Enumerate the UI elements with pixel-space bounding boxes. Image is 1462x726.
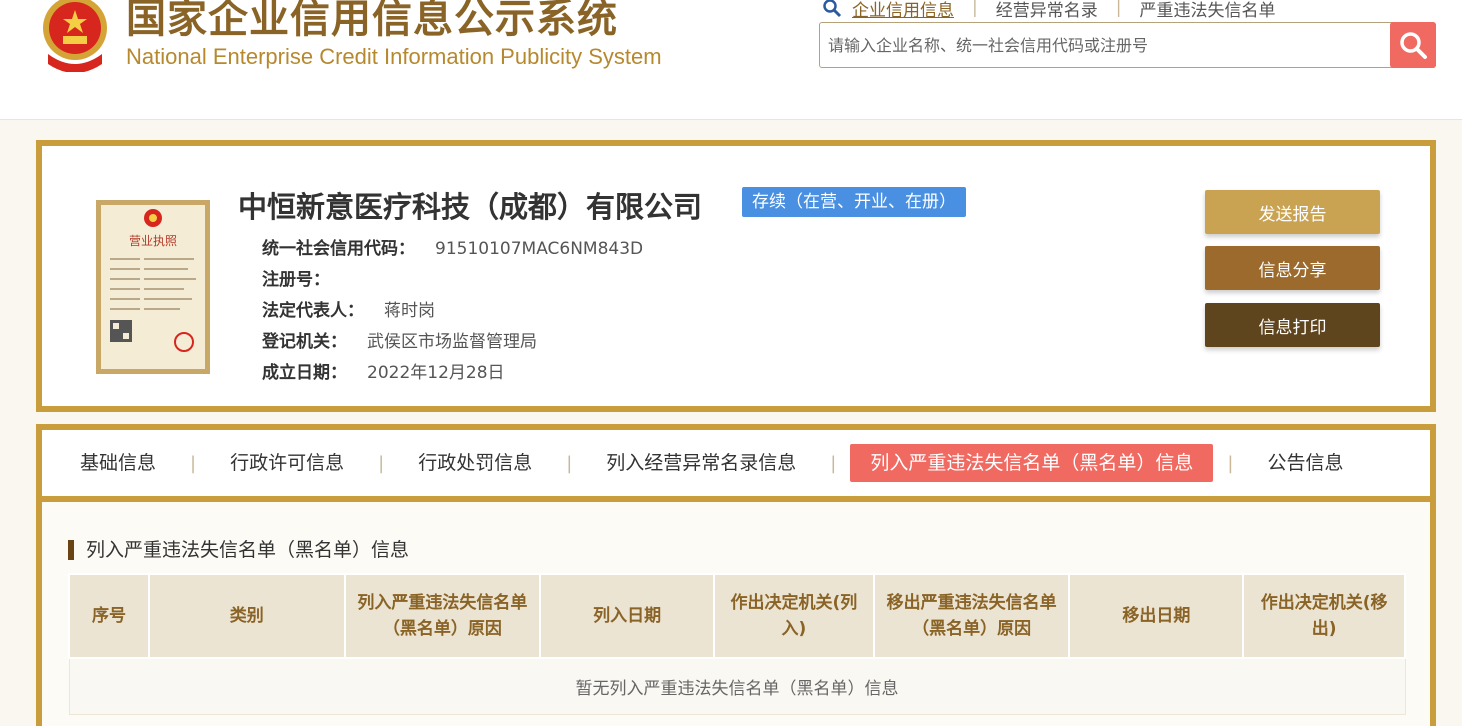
column-header: 移出严重违法失信名单（黑名单）原因 xyxy=(872,573,1071,659)
section-title: 列入严重违法失信名单（黑名单）信息 xyxy=(68,540,409,560)
send-report-button[interactable]: 发送报告 xyxy=(1205,190,1380,234)
search-button[interactable] xyxy=(1390,22,1436,68)
nav-link-credit-info[interactable]: 企业信用信息 xyxy=(852,0,954,21)
business-license-image: 营业执照 xyxy=(96,200,210,374)
column-header: 类别 xyxy=(147,573,346,659)
column-header: 移出日期 xyxy=(1068,573,1245,659)
info-row-registration-authority: 登记机关： 武侯区市场监督管理局 xyxy=(262,327,537,352)
info-value: 91510107MAC6NM843D xyxy=(435,239,644,259)
nav-link-abnormal-list[interactable]: 经营异常名录 xyxy=(996,0,1098,21)
tab-separator: | xyxy=(830,452,837,474)
tab-abnormal-list[interactable]: 列入经营异常名录信息 xyxy=(586,444,816,482)
blacklist-table: 序号 类别 列入严重违法失信名单（黑名单）原因 列入日期 作出决定机关(列入) … xyxy=(68,573,1406,715)
empty-message: 暂无列入严重违法失信名单（黑名单）信息 xyxy=(68,657,1406,715)
info-row-established-date: 成立日期： 2022年12月28日 xyxy=(262,358,505,383)
top-nav: 企业信用信息 | 经营异常名录 | 严重违法失信名单 xyxy=(822,0,1275,21)
search-input[interactable] xyxy=(820,23,1390,67)
nav-separator: | xyxy=(1115,0,1122,18)
info-row-credit-code: 统一社会信用代码： 91510107MAC6NM843D xyxy=(262,234,643,259)
info-row-legal-rep: 法定代表人： 蒋时岗 xyxy=(262,296,435,321)
info-value: 蒋时岗 xyxy=(384,301,435,321)
info-value: 武侯区市场监督管理局 xyxy=(367,332,537,352)
site-header: 国家企业信用信息公示系统 National Enterprise Credit … xyxy=(0,0,1462,120)
info-label: 登记机关： xyxy=(262,332,347,352)
tab-separator: | xyxy=(1227,452,1234,474)
company-card: 营业执照 中恒新意医疗科技（成都）有限公司 存续（在营、开业、在册） 统一社会信… xyxy=(36,140,1436,412)
site-title-cn: 国家企业信用信息公示系统 xyxy=(126,0,618,42)
svg-text:营业执照: 营业执照 xyxy=(129,234,177,248)
nav-link-blacklist[interactable]: 严重违法失信名单 xyxy=(1139,0,1275,21)
print-info-button[interactable]: 信息打印 xyxy=(1205,303,1380,347)
info-value: 2022年12月28日 xyxy=(367,363,505,383)
share-info-button[interactable]: 信息分享 xyxy=(1205,246,1380,290)
national-emblem-icon xyxy=(43,0,107,72)
tab-announcements[interactable]: 公告信息 xyxy=(1247,444,1363,482)
tab-blacklist[interactable]: 列入严重违法失信名单（黑名单）信息 xyxy=(850,444,1214,482)
search-icon xyxy=(1400,32,1427,59)
table-row: 暂无列入严重违法失信名单（黑名单）信息 xyxy=(68,657,1406,715)
company-name: 中恒新意医疗科技（成都）有限公司 xyxy=(238,190,703,224)
column-header: 序号 xyxy=(68,573,150,659)
tab-bar: 基础信息 | 行政许可信息 | 行政处罚信息 | 列入经营异常名录信息 | 列入… xyxy=(42,430,1430,502)
table-header-row: 序号 类别 列入严重违法失信名单（黑名单）原因 列入日期 作出决定机关(列入) … xyxy=(68,573,1406,659)
info-label: 统一社会信用代码： xyxy=(262,239,415,259)
column-header: 列入日期 xyxy=(539,573,715,659)
info-row-reg-number: 注册号： xyxy=(262,265,350,290)
info-label: 成立日期： xyxy=(262,363,347,383)
column-header: 作出决定机关(列入) xyxy=(713,573,875,659)
status-badge: 存续（在营、开业、在册） xyxy=(742,187,966,217)
search-icon xyxy=(823,0,842,18)
detail-panel: 基础信息 | 行政许可信息 | 行政处罚信息 | 列入经营异常名录信息 | 列入… xyxy=(36,424,1436,726)
tab-separator: | xyxy=(566,452,573,474)
search-bar xyxy=(819,22,1436,68)
tab-separator: | xyxy=(378,452,385,474)
info-label: 法定代表人： xyxy=(262,301,364,321)
site-title-en: National Enterprise Credit Information P… xyxy=(126,44,662,69)
column-header: 作出决定机关(移出) xyxy=(1242,573,1406,659)
info-label: 注册号： xyxy=(262,270,330,290)
tab-admin-license[interactable]: 行政许可信息 xyxy=(210,444,364,482)
nav-separator: | xyxy=(972,0,978,18)
column-header: 列入严重违法失信名单（黑名单）原因 xyxy=(343,573,542,659)
tab-basic-info[interactable]: 基础信息 xyxy=(60,444,176,482)
tab-separator: | xyxy=(190,452,197,474)
tab-admin-penalty[interactable]: 行政处罚信息 xyxy=(398,444,552,482)
